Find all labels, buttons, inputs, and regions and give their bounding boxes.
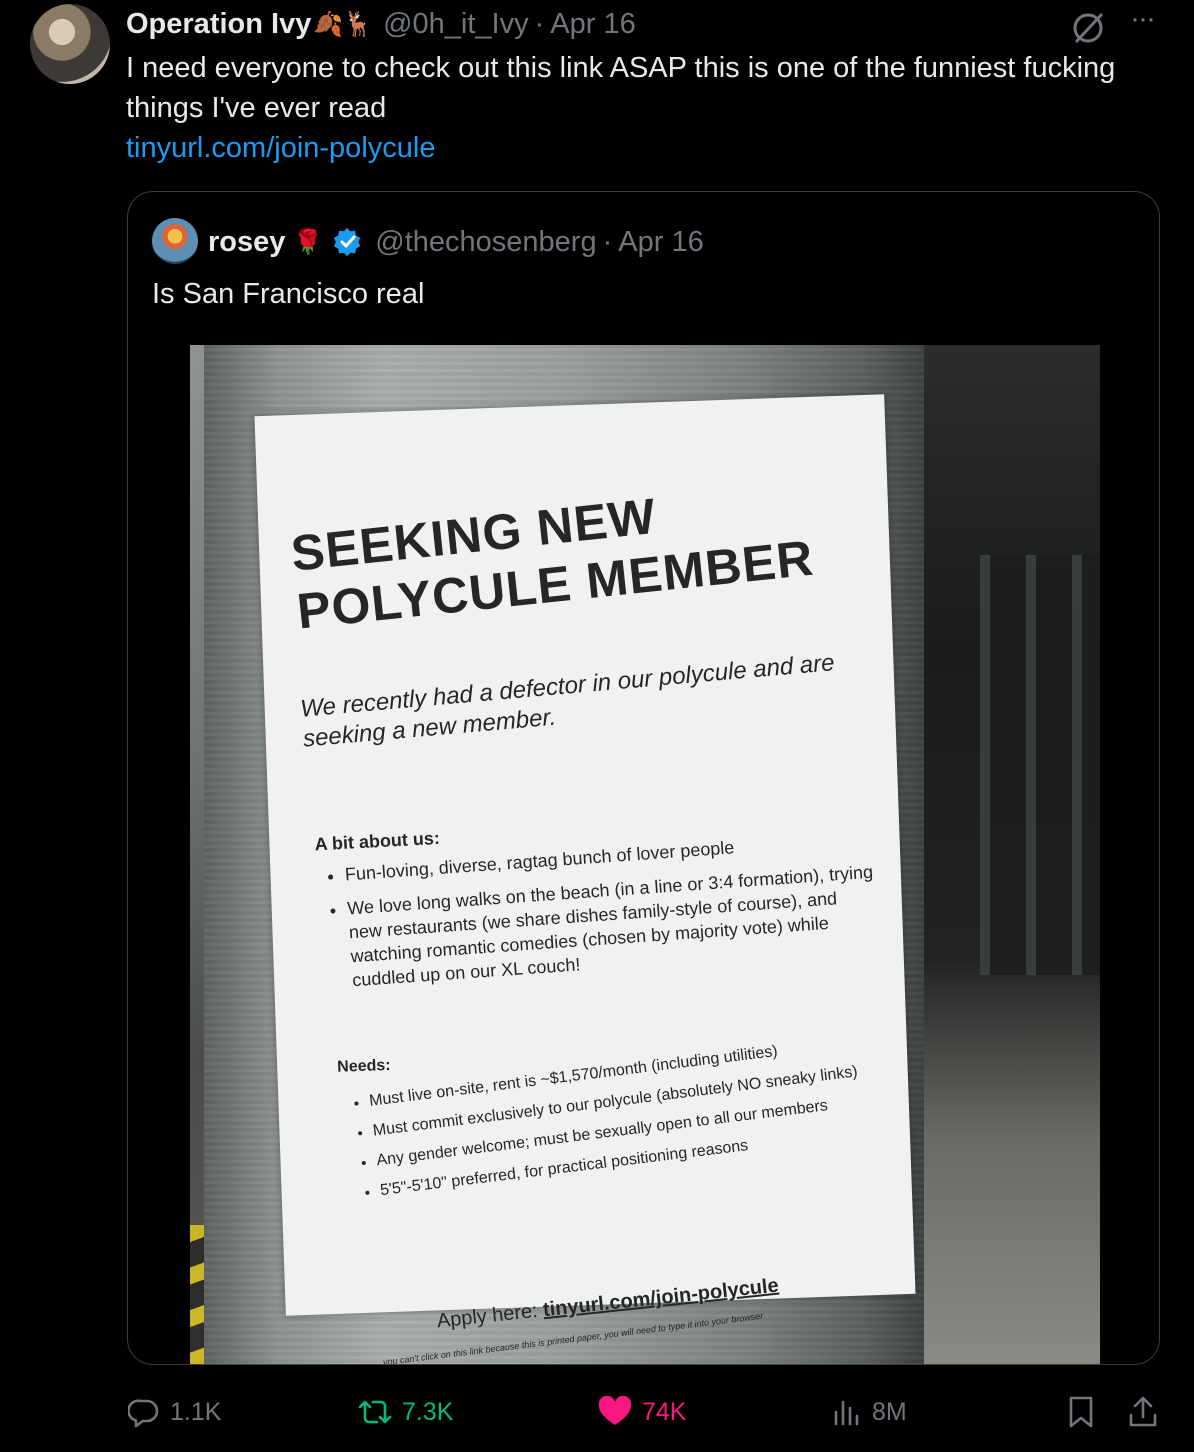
- photo-background-columns: [980, 555, 1100, 975]
- quote-author-handle: @thechosenberg: [375, 225, 597, 258]
- bookmark-icon: [1069, 1396, 1093, 1428]
- retweet-count: 7.3K: [402, 1397, 454, 1426]
- views-count: 8M: [872, 1397, 907, 1426]
- tweet-header: Operation Ivy 🍂🦌 @0h_it_Ivy · Apr 16: [126, 4, 636, 44]
- like-icon: [598, 1396, 632, 1425]
- tweet-date[interactable]: Apr 16: [550, 8, 635, 41]
- flyer-intro: We recently had a defector in our polycu…: [299, 649, 836, 753]
- quote-separator: ·: [602, 225, 613, 258]
- retweet-icon: [358, 1400, 392, 1424]
- author-avatar[interactable]: [30, 4, 110, 84]
- flyer-about-heading: A bit about us:: [314, 827, 441, 855]
- flyer-needs-list: Must live on-site, rent is ~$1,570/month…: [348, 1025, 918, 1212]
- like-count: 74K: [642, 1397, 687, 1426]
- share-button[interactable]: [1126, 1390, 1170, 1434]
- bookmark-button[interactable]: [1066, 1390, 1106, 1434]
- quote-author-name: rosey: [208, 225, 286, 258]
- like-button[interactable]: 74K: [598, 1390, 686, 1434]
- more-icon[interactable]: ···: [1120, 4, 1164, 44]
- flyer: SEEKING NEW POLYCULE MEMBER We recently …: [254, 394, 918, 1364]
- views-button[interactable]: 8M: [832, 1390, 907, 1434]
- views-icon: [834, 1400, 859, 1426]
- share-icon: [1129, 1396, 1157, 1427]
- tweet-link[interactable]: tinyurl.com/join-polycule: [126, 128, 435, 168]
- reply-icon: [128, 1399, 159, 1428]
- tweet-text: I need everyone to check out this link A…: [126, 52, 1116, 124]
- verified-icon: [334, 227, 361, 257]
- flyer-photo[interactable]: SEEKING NEW POLYCULE MEMBER We recently …: [190, 345, 1100, 1364]
- quote-author-avatar: [152, 218, 198, 264]
- separator: ·: [534, 7, 545, 40]
- retweet-button[interactable]: 7.3K: [358, 1390, 453, 1434]
- reply-button[interactable]: 1.1K: [128, 1390, 221, 1434]
- quote-text: Is San Francisco real: [152, 278, 425, 310]
- author-handle[interactable]: @0h_it_Ivy: [383, 8, 529, 41]
- reply-count: 1.1K: [170, 1397, 222, 1426]
- rose-emoji: 🌹: [293, 228, 324, 256]
- quote-date: Apr 16: [618, 225, 704, 258]
- flyer-needs-heading: Needs:: [336, 1056, 391, 1076]
- grok-icon[interactable]: [1068, 8, 1108, 48]
- action-bar: 1.1K 7.3K 74K 8M: [0, 1390, 1194, 1434]
- author-emoji: 🍂🦌: [313, 10, 374, 38]
- quote-header: rosey 🌹 @thechosenberg · Apr 16: [208, 222, 704, 262]
- quoted-tweet[interactable]: rosey 🌹 @thechosenberg · Apr 16 Is San F…: [127, 191, 1160, 1365]
- flyer-title: SEEKING NEW POLYCULE MEMBER: [288, 465, 877, 641]
- flyer-about-list: Fun-loving, diverse, ragtag bunch of lov…: [320, 825, 892, 1004]
- author-name[interactable]: Operation Ivy: [126, 8, 311, 41]
